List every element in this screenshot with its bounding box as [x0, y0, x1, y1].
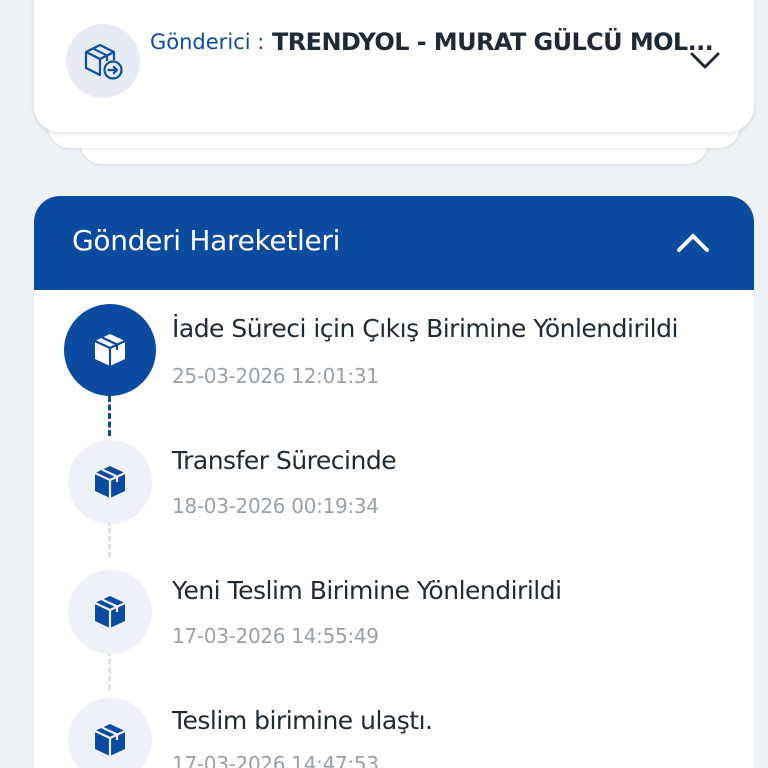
timeline-icon-badge: [68, 570, 152, 654]
box-forward-icon: [84, 43, 123, 80]
shipment-screen: Gönderici : TRENDYOL - MURAT GÜLCÜ MOL..…: [0, 0, 768, 768]
timeline-item-date: 17-03-2026 14:55:49: [172, 624, 379, 648]
sender-icon-badge: [66, 24, 140, 98]
timeline-item-date: 18-03-2026 00:19:34: [172, 494, 379, 518]
timeline-item-date: 17-03-2026 14:47:53: [172, 752, 379, 768]
package-icon: [94, 466, 126, 498]
sender-label: Gönderici :: [150, 30, 265, 54]
timeline-icon-badge: [64, 304, 156, 396]
sender-card[interactable]: [34, 0, 754, 132]
timeline-icon-badge: [68, 440, 152, 524]
timeline-connector: [108, 396, 111, 436]
timeline-icon-badge: [68, 698, 152, 768]
chevron-up-icon[interactable]: [676, 230, 710, 254]
package-icon: [94, 596, 126, 628]
timeline-item-date: 25-03-2026 12:01:31: [172, 364, 379, 388]
movements-panel: Gönderi Hareketleri İade Süreci için Çık…: [34, 196, 754, 768]
package-icon: [94, 724, 126, 756]
timeline-item-title: Yeni Teslim Birimine Yönlendirildi: [172, 576, 562, 605]
timeline-item-title: Transfer Sürecinde: [172, 446, 397, 475]
sender-name: TRENDYOL - MURAT GÜLCÜ MOL...: [272, 28, 712, 56]
timeline-item-title: İade Süreci için Çıkış Birimine Yönlendi…: [172, 314, 678, 343]
timeline-item-title: Teslim birimine ulaştı.: [172, 706, 433, 735]
package-icon: [94, 334, 126, 366]
movements-header[interactable]: Gönderi Hareketleri: [34, 196, 754, 290]
chevron-down-icon[interactable]: [688, 48, 722, 72]
movements-title: Gönderi Hareketleri: [72, 224, 341, 257]
